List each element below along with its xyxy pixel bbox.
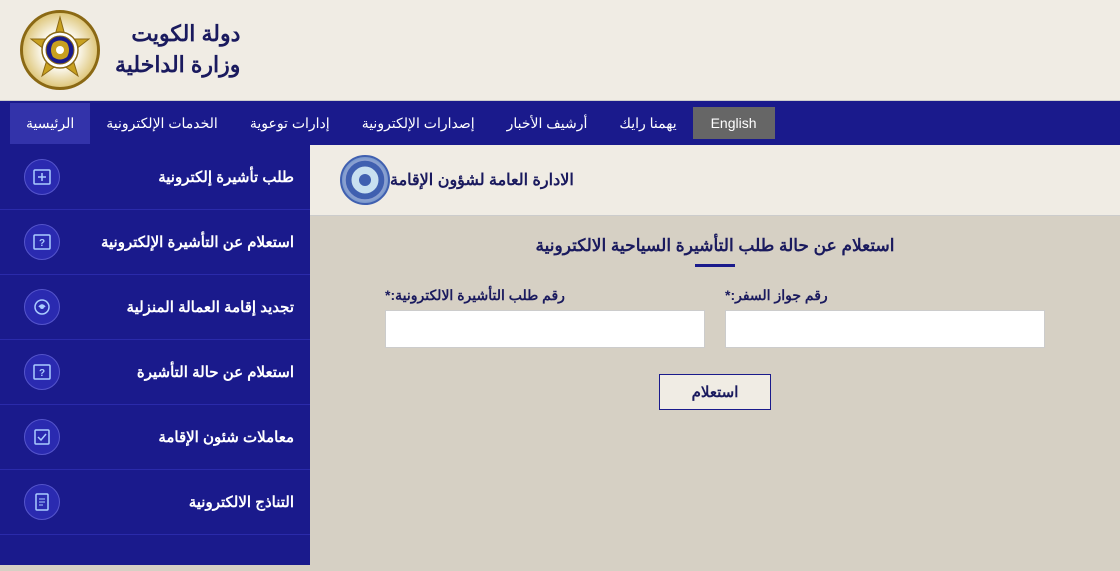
- badge-svg: [23, 13, 97, 87]
- svg-text:?: ?: [39, 368, 45, 379]
- main-panel: الادارة العامة لشؤون الإقامة استعلام عن …: [310, 145, 1120, 565]
- form-title: استعلام عن حالة طلب التأشيرة السياحية ال…: [320, 236, 1110, 256]
- header-text: دولة الكويت وزارة الداخلية: [115, 19, 240, 81]
- sidebar-item-apply-visa[interactable]: طلب تأشيرة إلكترونية: [0, 145, 310, 210]
- sidebar-item-residence-affairs[interactable]: معاملات شئون الإقامة: [0, 405, 310, 470]
- visa-field-group: رقم طلب التأشيرة الالكترونية:*: [385, 287, 705, 348]
- nav-item-awareness[interactable]: إدارات توعوية: [234, 103, 346, 144]
- sidebar-item-e-services-list[interactable]: التناذج الالكترونية: [0, 470, 310, 535]
- header-title-line2: وزارة الداخلية: [115, 50, 240, 81]
- ministry-logo: [20, 10, 100, 90]
- sidebar-icon-renew-domestic: [24, 289, 60, 325]
- content-area: الادارة العامة لشؤون الإقامة استعلام عن …: [0, 145, 1120, 565]
- header: دولة الكويت وزارة الداخلية: [0, 0, 1120, 101]
- nav-english-button[interactable]: English: [693, 107, 775, 139]
- sidebar-icon-inquire-visa: ?: [24, 354, 60, 390]
- nav-item-home[interactable]: الرئيسية: [10, 103, 90, 144]
- sidebar-icon-inquire-evisa: ?: [24, 224, 60, 260]
- navbar: English يهمنا رايك أرشيف الأخبار إصدارات…: [0, 101, 1120, 145]
- sidebar-icon-residence-affairs: [24, 419, 60, 455]
- sidebar-icon-e-services-list: [24, 484, 60, 520]
- nav-item-opinion[interactable]: يهمنا رايك: [603, 103, 692, 144]
- sub-header: الادارة العامة لشؤون الإقامة: [310, 145, 1120, 216]
- header-title-line1: دولة الكويت: [115, 19, 240, 50]
- form-title-underline: [695, 264, 735, 267]
- submit-button[interactable]: استعلام: [659, 374, 772, 410]
- sub-header-badge: [340, 155, 390, 205]
- passport-label: رقم جواز السفر:*: [725, 287, 828, 304]
- sub-badge-svg: [343, 158, 387, 202]
- form-section: استعلام عن حالة طلب التأشيرة السياحية ال…: [310, 216, 1120, 430]
- form-fields-row: رقم جواز السفر:* رقم طلب التأشيرة الالكت…: [320, 287, 1110, 348]
- sidebar: طلب تأشيرة إلكترونية استعلام عن التأشيرة…: [0, 145, 310, 565]
- sub-header-title: الادارة العامة لشؤون الإقامة: [390, 170, 574, 190]
- nav-item-e-admin[interactable]: إصدارات الإلكترونية: [346, 103, 491, 144]
- sidebar-item-inquire-evisa[interactable]: استعلام عن التأشيرة الإلكترونية ?: [0, 210, 310, 275]
- passport-input[interactable]: [725, 310, 1045, 348]
- visa-input[interactable]: [385, 310, 705, 348]
- svg-text:?: ?: [39, 238, 45, 249]
- sidebar-icon-apply-visa: [24, 159, 60, 195]
- submit-row: استعلام: [320, 364, 1110, 410]
- passport-field-group: رقم جواز السفر:*: [725, 287, 1045, 348]
- nav-item-news[interactable]: أرشيف الأخبار: [491, 103, 604, 144]
- sidebar-item-renew-domestic[interactable]: تجديد إقامة العمالة المنزلية: [0, 275, 310, 340]
- sidebar-item-inquire-visa[interactable]: استعلام عن حالة التأشيرة ?: [0, 340, 310, 405]
- nav-item-e-services[interactable]: الخدمات الإلكترونية: [90, 103, 234, 144]
- visa-label: رقم طلب التأشيرة الالكترونية:*: [385, 287, 565, 304]
